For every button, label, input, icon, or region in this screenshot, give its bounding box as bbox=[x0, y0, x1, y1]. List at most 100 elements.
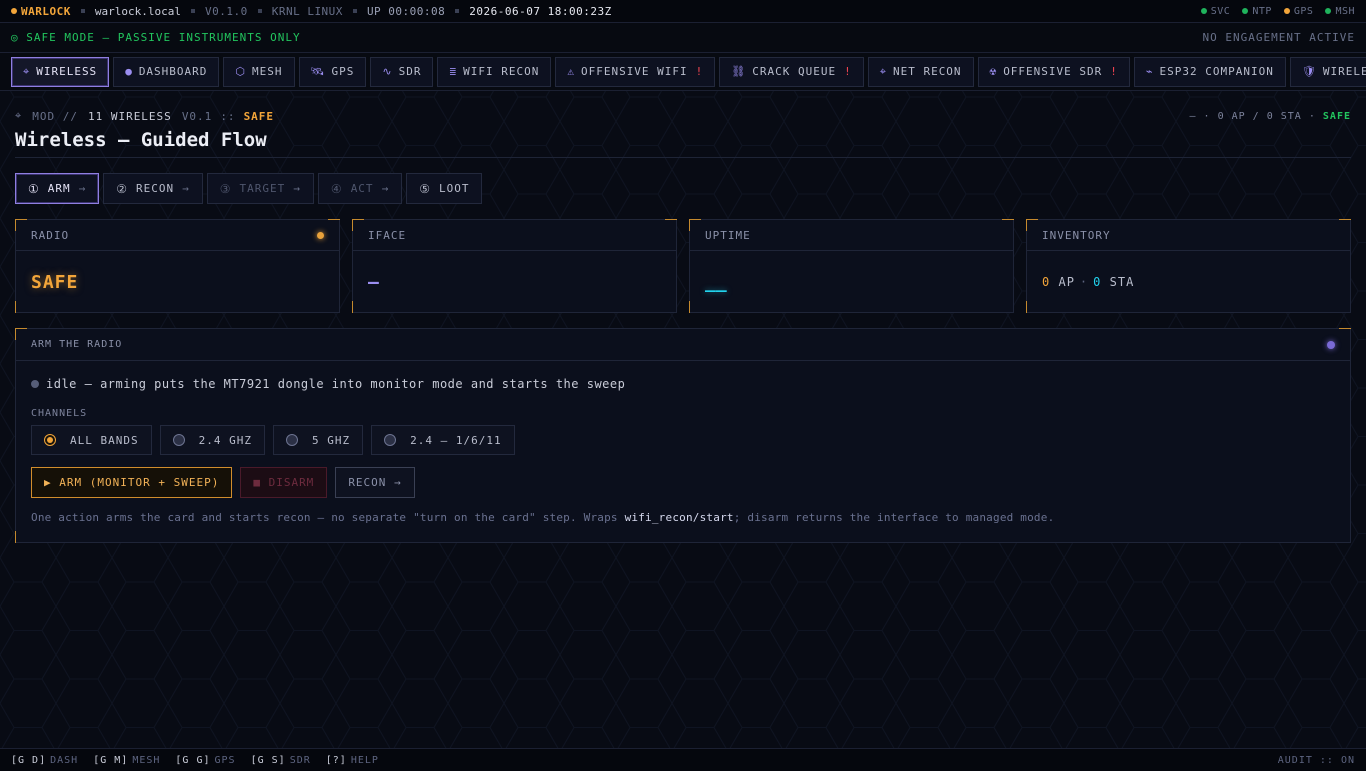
radio-selected-icon bbox=[44, 434, 56, 446]
corner-accent bbox=[328, 219, 340, 220]
module-separator: :: bbox=[220, 109, 236, 123]
corner-accent bbox=[1026, 219, 1038, 231]
card-label: IFACE bbox=[368, 228, 407, 242]
disarm-button[interactable]: ■ DISARM bbox=[240, 467, 328, 498]
tab-offensive-sdr[interactable]: ☢ OFFENSIVE SDR! bbox=[977, 56, 1130, 87]
radio-status-line: idle — arming puts the MT7921 dongle int… bbox=[31, 377, 625, 391]
channel-2-4-1-6-11[interactable]: 2.4 — 1/6/11 bbox=[371, 425, 515, 455]
radio-icon bbox=[384, 434, 397, 446]
step-recon[interactable]: ② RECON → bbox=[103, 173, 203, 204]
step-arm[interactable]: ① ARM → bbox=[15, 173, 100, 204]
card-header: RADIO bbox=[16, 220, 339, 251]
channel-options: ALL BANDS 2.4 GHZ 5 GHZ 2.4 — 1/6/11 bbox=[31, 425, 515, 455]
tab-net-recon[interactable]: ⌖ NET RECON bbox=[867, 56, 974, 87]
brand-dot-icon bbox=[11, 8, 17, 14]
shortcut-sdr[interactable]: [G S] SDR bbox=[251, 755, 311, 766]
signal-icon: ⌁ bbox=[1145, 65, 1154, 78]
audit-status: AUDIT :: ON bbox=[1277, 754, 1355, 766]
step-loot[interactable]: ⑤ LOOT bbox=[406, 173, 483, 204]
status-dot-icon bbox=[317, 231, 324, 239]
card-inventory: INVENTORY 0 AP · 0 STA bbox=[1026, 219, 1351, 313]
crosshair-icon: ⌖ bbox=[879, 64, 887, 78]
tab-offensive-wifi[interactable]: ⚠ OFFENSIVE WIFI! bbox=[555, 56, 716, 87]
hostname: warlock.local bbox=[94, 4, 181, 18]
indicator-svc: SVC bbox=[1200, 6, 1231, 17]
corner-accent bbox=[1026, 301, 1027, 313]
shield-icon: 🛡 bbox=[1301, 65, 1317, 78]
status-dot-icon bbox=[1325, 8, 1332, 14]
crosshair-icon: ⌖ bbox=[23, 64, 31, 78]
radio-icon bbox=[285, 434, 298, 446]
separator-icon bbox=[190, 9, 195, 13]
alert-icon: ! bbox=[844, 65, 852, 78]
module-version: V0.1 bbox=[181, 109, 213, 123]
card-body: SAFE bbox=[16, 251, 339, 313]
channels-label: CHANNELS bbox=[31, 408, 88, 419]
safe-mode-bar: ◎ SAFE MODE — PASSIVE INSTRUMENTS ONLY N… bbox=[0, 23, 1366, 53]
card-body: __ bbox=[690, 251, 1013, 313]
shortcut-gps[interactable]: [G G] GPS bbox=[175, 755, 235, 766]
shortcut-dash[interactable]: [G D] DASH bbox=[11, 755, 78, 766]
card-label: RADIO bbox=[31, 228, 70, 242]
inventory-counts: 0 AP · 0 STA bbox=[1042, 275, 1135, 289]
indicator-ntp: NTP bbox=[1242, 6, 1272, 17]
tab-mesh[interactable]: ⬡ MESH bbox=[223, 56, 295, 87]
separator-icon bbox=[352, 9, 357, 13]
corner-accent bbox=[15, 301, 16, 313]
tab-wifi-recon[interactable]: ≣ WIFI RECON bbox=[437, 56, 552, 87]
status-dot-icon bbox=[1327, 340, 1335, 349]
engagement-status: NO ENGAGEMENT ACTIVE bbox=[1202, 31, 1355, 44]
arrow-right-icon: → bbox=[182, 182, 190, 195]
uptime: UP 00:00:08 bbox=[366, 4, 446, 18]
action-buttons: ▶ ARM (MONITOR + SWEEP) ■ DISARM RECON → bbox=[31, 467, 415, 498]
tab-gps[interactable]: 🛰 GPS bbox=[298, 56, 367, 87]
step-act[interactable]: ④ ACT → bbox=[317, 173, 403, 204]
separator-icon bbox=[455, 9, 460, 13]
module-prefix: MOD // bbox=[32, 109, 78, 123]
card-header: IFACE bbox=[353, 220, 676, 251]
corner-accent bbox=[352, 219, 364, 231]
tab-wireless-ids[interactable]: 🛡WIRELESS IDS bbox=[1289, 56, 1366, 87]
channel-all-bands[interactable]: ALL BANDS bbox=[31, 425, 152, 455]
shortcut-help[interactable]: [?] HELP bbox=[326, 755, 379, 766]
kernel: KRNL LINUX bbox=[271, 4, 343, 18]
corner-accent bbox=[1339, 219, 1351, 220]
panel-title: ARM THE RADIO bbox=[31, 339, 123, 350]
panel-header: ARM THE RADIO bbox=[16, 329, 1350, 361]
tab-esp32-companion[interactable]: ⌁ ESP32 COMPANION bbox=[1133, 56, 1286, 87]
clock: 2026-06-07 18:00:23Z bbox=[469, 4, 612, 18]
step-target[interactable]: ③ TARGET → bbox=[206, 173, 314, 204]
status-dot-icon bbox=[1200, 8, 1207, 14]
card-radio: RADIO SAFE bbox=[15, 219, 340, 313]
recon-button[interactable]: RECON → bbox=[335, 467, 415, 498]
separator-icon bbox=[80, 9, 85, 13]
tab-dashboard[interactable]: ● DASHBOARD bbox=[113, 56, 220, 87]
shortcut-bar: [G D] DASH [G M] MESH [G G] GPS [G S] SDR [?… bbox=[0, 748, 1366, 771]
card-label: UPTIME bbox=[705, 228, 751, 242]
tab-sdr[interactable]: ∿ SDR bbox=[370, 56, 434, 87]
card-uptime: UPTIME __ bbox=[689, 219, 1014, 313]
arm-button[interactable]: ▶ ARM (MONITOR + SWEEP) bbox=[31, 467, 233, 498]
satellite-icon: 🛰 bbox=[310, 65, 326, 78]
module-header: ⌖ MOD // 11 WIRELESS V0.1 :: SAFE — · 0 … bbox=[15, 109, 1351, 123]
status-cards: RADIO SAFE IFACE — UPTIME __ INVENTORY 0… bbox=[15, 219, 1351, 313]
crosshair-icon: ⌖ bbox=[15, 109, 23, 122]
idle-dot-icon bbox=[31, 380, 39, 388]
shortcut-mesh[interactable]: [G M] MESH bbox=[93, 755, 160, 766]
status-dot-icon bbox=[1242, 8, 1249, 14]
corner-accent bbox=[689, 301, 690, 313]
radio-icon bbox=[172, 434, 185, 446]
corner-accent bbox=[352, 301, 353, 313]
tab-crack-queue[interactable]: ⛓ CRACK QUEUE! bbox=[719, 56, 864, 87]
channel-2-4ghz[interactable]: 2.4 GHZ bbox=[159, 425, 265, 455]
iface-value: — bbox=[368, 271, 379, 293]
tab-wireless[interactable]: ⌖ WIRELESS bbox=[11, 56, 110, 87]
indicator-gps: GPS bbox=[1283, 6, 1314, 17]
version: V0.1.0 bbox=[204, 4, 248, 18]
card-body: 0 AP · 0 STA bbox=[1027, 251, 1350, 313]
hexagon-icon: ⬡ bbox=[235, 65, 247, 78]
arrow-right-icon: → bbox=[78, 182, 87, 195]
module-name: 11 WIRELESS bbox=[87, 109, 172, 123]
channel-5ghz[interactable]: 5 GHZ bbox=[272, 425, 364, 455]
list-icon: ≣ bbox=[449, 65, 458, 78]
